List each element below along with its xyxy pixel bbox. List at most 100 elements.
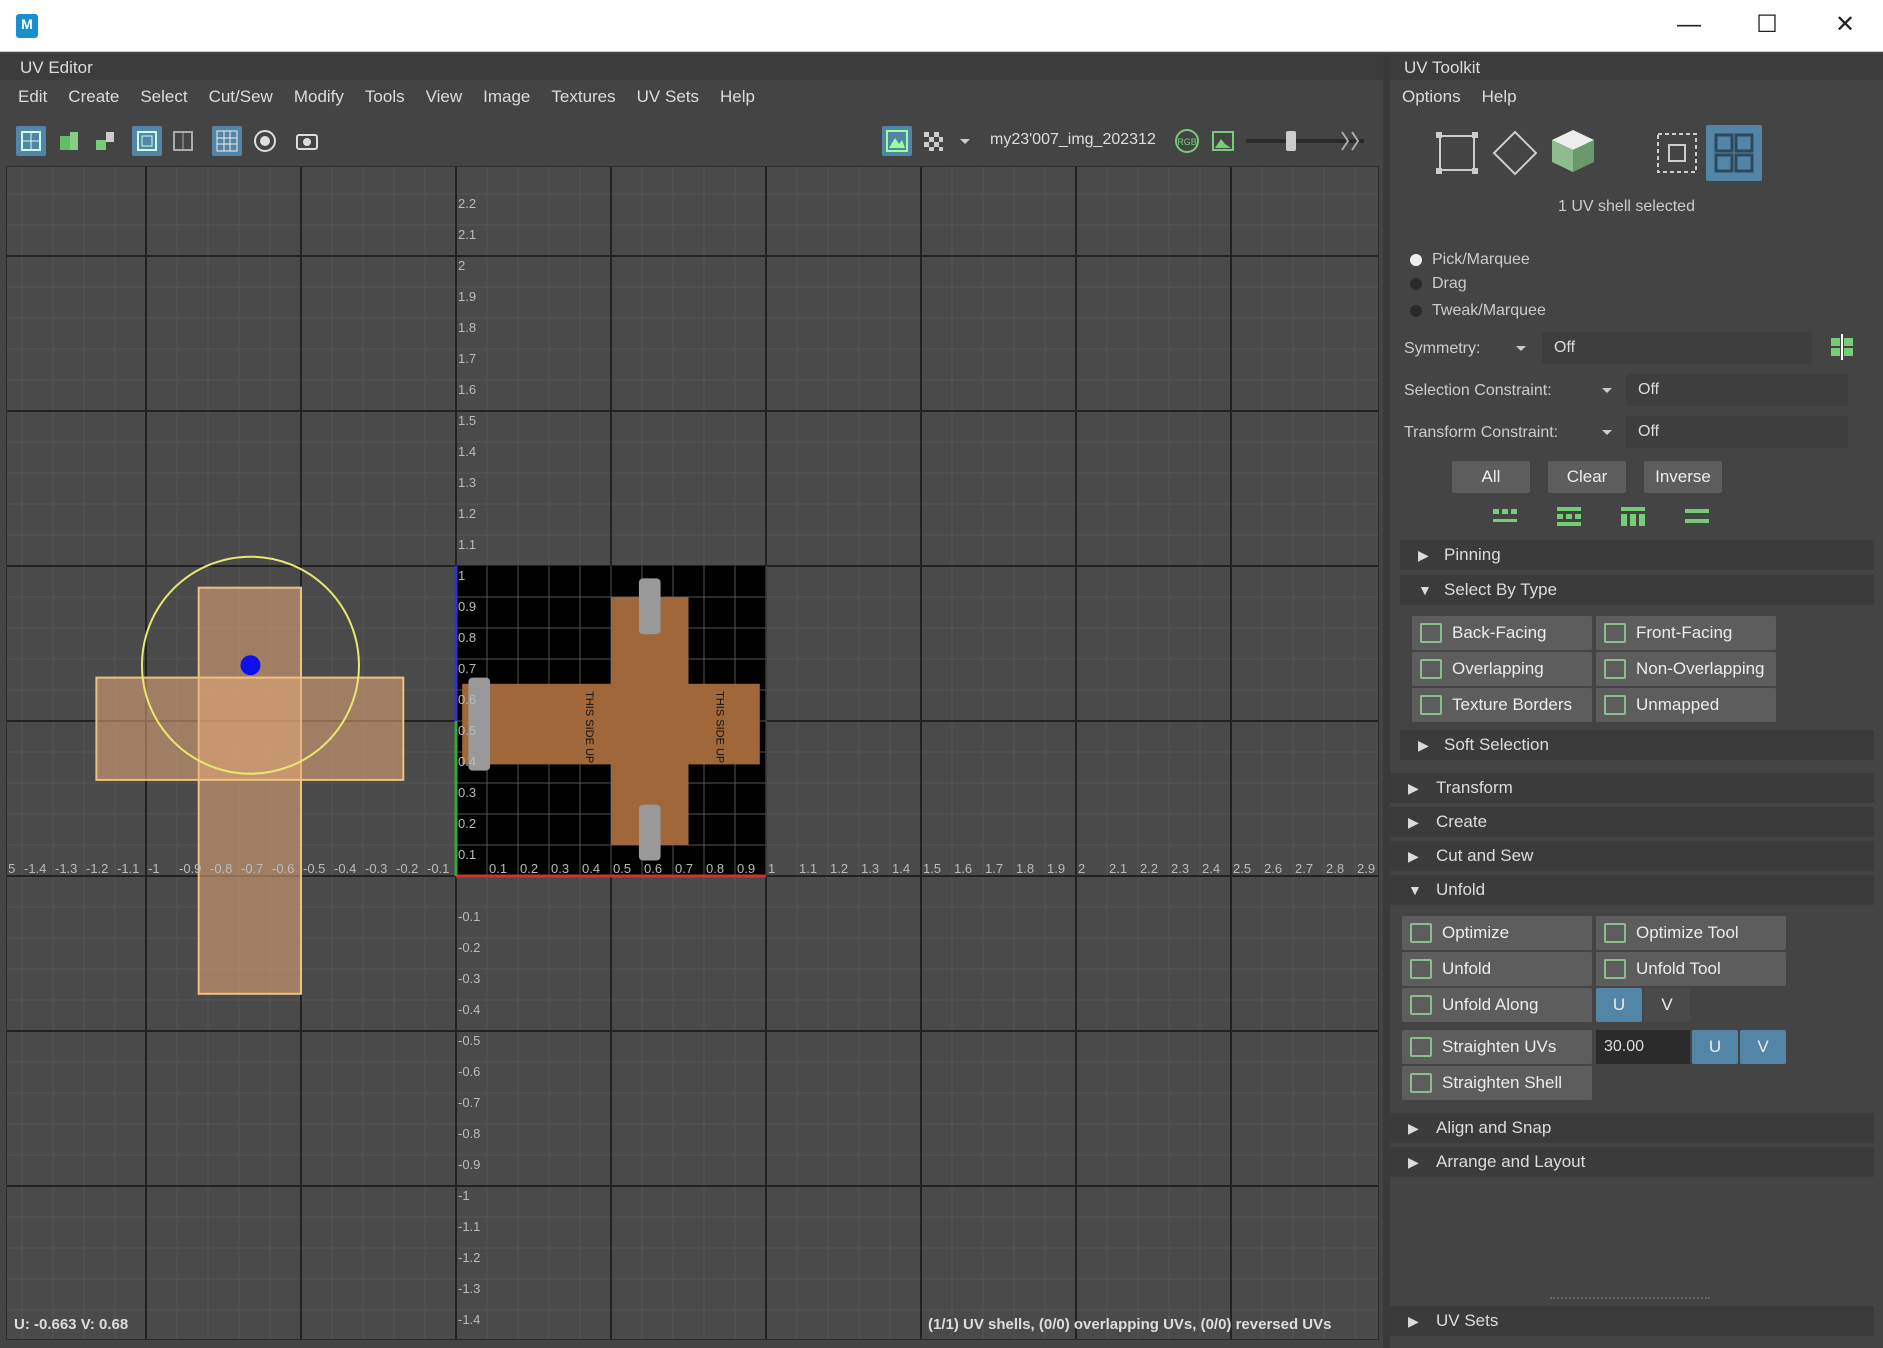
- straighten-u-button[interactable]: U: [1692, 1030, 1738, 1064]
- u-axis-label: 0.1: [489, 861, 507, 876]
- menu-uv-sets[interactable]: UV Sets: [637, 82, 699, 112]
- section-align-and-snap[interactable]: ▶ Align and Snap: [1390, 1113, 1874, 1143]
- slider-handle[interactable]: [1286, 131, 1296, 151]
- chevron-down-icon[interactable]: [954, 126, 976, 156]
- symmetry-axis-icon[interactable]: [1827, 332, 1857, 362]
- rgb-channel-icon[interactable]: RGB: [1172, 126, 1202, 156]
- unfold-button[interactable]: Unfold: [1402, 952, 1592, 986]
- distortion-icon[interactable]: [90, 126, 120, 156]
- section-create[interactable]: ▶ Create: [1390, 807, 1874, 837]
- chevron-down-icon[interactable]: [1600, 386, 1614, 396]
- texture-borders-label: Texture Borders: [1452, 695, 1572, 714]
- texture-tape: [638, 578, 661, 635]
- uv-grid[interactable]: THIS SIDE UP THIS SIDE UP -1.5 -1.4 -1.3 -1.2…: [6, 166, 1379, 1340]
- section-soft-selection[interactable]: ▶ Soft Selection: [1400, 730, 1874, 760]
- unfold-tool-icon: [1604, 959, 1626, 979]
- texture-label: THIS SIDE UP: [713, 691, 725, 763]
- symmetry-dropdown[interactable]: Off: [1542, 332, 1812, 364]
- drag-radio[interactable]: [1410, 278, 1422, 290]
- u-axis-label: 1.7: [985, 861, 1003, 876]
- optimize-button[interactable]: Optimize: [1402, 916, 1592, 950]
- section-pinning[interactable]: ▶ Pinning: [1400, 540, 1874, 570]
- chevron-down-icon[interactable]: [1600, 428, 1614, 438]
- section-transform[interactable]: ▶ Transform: [1390, 773, 1874, 803]
- toolkit-menu-help[interactable]: Help: [1482, 82, 1517, 112]
- menu-textures[interactable]: Textures: [551, 82, 615, 112]
- v-axis-label: 1.8: [458, 320, 476, 335]
- menu-modify[interactable]: Modify: [294, 82, 344, 112]
- grid-toggle-icon[interactable]: [132, 126, 162, 156]
- symmetry-label: Symmetry:: [1404, 340, 1481, 357]
- checker-icon[interactable]: [918, 126, 948, 156]
- pin-all-button[interactable]: All: [1452, 461, 1530, 493]
- toolbar-expand-icon[interactable]: [1334, 126, 1364, 156]
- menu-image[interactable]: Image: [483, 82, 530, 112]
- unfold-tool-button[interactable]: Unfold Tool: [1596, 952, 1786, 986]
- menu-cut-sew[interactable]: Cut/Sew: [209, 82, 273, 112]
- chevron-down-icon[interactable]: [1514, 344, 1528, 354]
- isolate-icon[interactable]: [250, 126, 280, 156]
- u-axis-label: -0.8: [210, 861, 232, 876]
- unmapped-icon: [1604, 695, 1626, 715]
- section-unfold[interactable]: ▼ Unfold: [1390, 875, 1874, 905]
- selection-constraint-dropdown[interactable]: Off: [1626, 374, 1848, 406]
- tweak-marquee-radio[interactable]: [1410, 305, 1422, 317]
- transform-constraint-dropdown[interactable]: Off: [1626, 416, 1848, 448]
- resize-handle[interactable]: [1550, 1297, 1710, 1299]
- minimize-button[interactable]: —: [1650, 0, 1728, 52]
- shell-mode-icon[interactable]: [1706, 125, 1762, 181]
- maximize-button[interactable]: ☐: [1728, 0, 1806, 52]
- u-axis-label: -0.3: [365, 861, 387, 876]
- menu-view[interactable]: View: [426, 82, 463, 112]
- straighten-uvs-button[interactable]: Straighten UVs: [1402, 1030, 1592, 1064]
- close-button[interactable]: ✕: [1806, 0, 1883, 52]
- section-select-by-type[interactable]: ▼ Select By Type: [1400, 575, 1874, 605]
- unfold-along-u-button[interactable]: U: [1596, 988, 1642, 1022]
- chevron-right-icon: ▶: [1408, 848, 1419, 864]
- non-overlapping-button[interactable]: Non-Overlapping: [1596, 652, 1776, 686]
- edge-component-icon[interactable]: [1490, 128, 1540, 178]
- uv-border-icon[interactable]: [168, 126, 198, 156]
- overlapping-button[interactable]: Overlapping: [1412, 652, 1592, 686]
- unfold-along-button[interactable]: Unfold Along: [1402, 988, 1592, 1022]
- menu-tools[interactable]: Tools: [365, 82, 405, 112]
- section-uv-sets[interactable]: ▶ UV Sets: [1390, 1306, 1874, 1336]
- section-arrange-and-layout[interactable]: ▶ Arrange and Layout: [1390, 1147, 1874, 1177]
- snapshot-icon[interactable]: [292, 126, 322, 156]
- pin-clear-button[interactable]: Clear: [1548, 461, 1626, 493]
- u-axis-label: -0.6: [272, 861, 294, 876]
- unpin-icon[interactable]: [1682, 501, 1712, 531]
- unfold-along-v-button[interactable]: V: [1644, 988, 1690, 1022]
- menu-edit[interactable]: Edit: [18, 82, 47, 112]
- uv-shell-select-icon[interactable]: [1652, 128, 1702, 178]
- display-image-icon[interactable]: [882, 126, 912, 156]
- section-cut-and-sew[interactable]: ▶ Cut and Sew: [1390, 841, 1874, 871]
- menu-create[interactable]: Create: [68, 82, 119, 112]
- image-name-dropdown[interactable]: my23'007_img_202312: [990, 131, 1156, 149]
- straighten-v-button[interactable]: V: [1740, 1030, 1786, 1064]
- shaded-icon[interactable]: [54, 126, 84, 156]
- uv-viewport[interactable]: THIS SIDE UP THIS SIDE UP -1.5 -1.4 -1.3 -1.2…: [6, 166, 1379, 1340]
- panel-divider[interactable]: [1383, 54, 1390, 1348]
- front-facing-button[interactable]: Front-Facing: [1596, 616, 1776, 650]
- pick-marquee-radio[interactable]: [1410, 254, 1422, 266]
- straighten-shell-button[interactable]: Straighten Shell: [1402, 1066, 1592, 1100]
- back-facing-button[interactable]: Back-Facing: [1412, 616, 1592, 650]
- pin-border-icon[interactable]: [1618, 501, 1648, 531]
- unmapped-button[interactable]: Unmapped: [1596, 688, 1776, 722]
- straighten-angle-field[interactable]: 30.00: [1596, 1030, 1690, 1064]
- shell-component-icon[interactable]: [1548, 126, 1598, 176]
- pin-v-icon[interactable]: [1554, 501, 1584, 531]
- menu-select[interactable]: Select: [140, 82, 187, 112]
- image-ratio-icon[interactable]: [1208, 126, 1238, 156]
- menu-help[interactable]: Help: [720, 82, 755, 112]
- pin-u-icon[interactable]: [1490, 501, 1520, 531]
- optimize-tool-button[interactable]: Optimize Tool: [1596, 916, 1786, 950]
- toolkit-menu-options[interactable]: Options: [1402, 82, 1461, 112]
- section-arrange-and-layout-label: Arrange and Layout: [1436, 1152, 1586, 1171]
- texture-borders-button[interactable]: Texture Borders: [1412, 688, 1592, 722]
- pixel-snap-icon[interactable]: [212, 126, 242, 156]
- uv-component-icon[interactable]: [1432, 128, 1482, 178]
- pin-inverse-button[interactable]: Inverse: [1644, 461, 1722, 493]
- uv-layout-icon[interactable]: [16, 126, 46, 156]
